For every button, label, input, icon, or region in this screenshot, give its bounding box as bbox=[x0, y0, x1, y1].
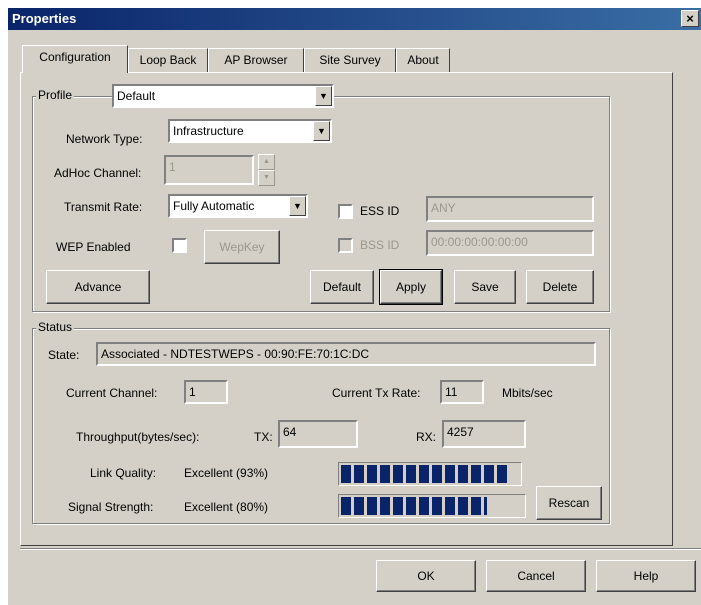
state-label: State: bbox=[48, 348, 80, 362]
tab-ap-browser[interactable]: AP Browser bbox=[208, 48, 304, 72]
rx-field: 4257 bbox=[442, 420, 526, 448]
essid-label: ESS ID bbox=[360, 204, 400, 218]
ok-button[interactable]: OK bbox=[376, 560, 476, 592]
adhoc-channel-spinner: ▲ ▼ bbox=[258, 154, 275, 186]
advance-button[interactable]: Advance bbox=[46, 270, 150, 304]
signal-strength-meter-fill bbox=[341, 497, 487, 515]
bssid-field: 00:00:00:00:00:00 bbox=[426, 230, 594, 256]
tab-about[interactable]: About bbox=[396, 48, 450, 72]
state-field: Associated - NDTESTWEPS - 00:90:FE:70:1C… bbox=[96, 342, 596, 366]
adhoc-channel-value: 1 bbox=[169, 160, 176, 174]
bssid-checkbox bbox=[338, 238, 353, 253]
help-button[interactable]: Help bbox=[596, 560, 696, 592]
essid-checkbox[interactable] bbox=[338, 204, 353, 219]
properties-dialog: Properties × Configuration Loop Back AP … bbox=[8, 8, 701, 605]
profile-select-value: Default bbox=[117, 89, 156, 103]
link-quality-meter-fill bbox=[341, 465, 507, 483]
adhoc-channel-field: 1 bbox=[164, 155, 254, 185]
transmit-rate-label: Transmit Rate: bbox=[64, 200, 143, 214]
current-tx-rate-label: Current Tx Rate: bbox=[332, 386, 421, 400]
essid-field: ANY bbox=[426, 196, 594, 222]
tx-rate-unit: Mbits/sec bbox=[502, 386, 553, 400]
network-type-value: Infrastructure bbox=[173, 124, 244, 138]
current-tx-rate-value: 11 bbox=[445, 385, 458, 399]
bssid-value: 00:00:00:00:00:00 bbox=[431, 235, 528, 249]
current-tx-rate-field: 11 bbox=[440, 380, 484, 404]
transmit-rate-select[interactable]: Fully Automatic ▼ bbox=[168, 194, 308, 218]
default-button[interactable]: Default bbox=[310, 270, 374, 304]
wep-enabled-checkbox[interactable] bbox=[172, 238, 187, 253]
footer-separator bbox=[20, 548, 701, 550]
state-value: Associated - NDTESTWEPS - 00:90:FE:70:1C… bbox=[101, 347, 370, 361]
wepkey-button: WepKey bbox=[204, 230, 280, 264]
rx-value: 4257 bbox=[447, 425, 474, 439]
profile-select[interactable]: Default ▼ bbox=[112, 84, 334, 108]
window-title: Properties bbox=[12, 11, 77, 26]
rx-label: RX: bbox=[416, 430, 437, 444]
signal-strength-meter bbox=[338, 494, 526, 518]
signal-strength-label: Signal Strength: bbox=[68, 500, 154, 514]
delete-button[interactable]: Delete bbox=[526, 270, 594, 304]
current-channel-field: 1 bbox=[184, 380, 228, 404]
title-bar: Properties × bbox=[8, 8, 701, 30]
wep-enabled-label: WEP Enabled bbox=[56, 240, 131, 254]
close-icon: × bbox=[686, 11, 694, 26]
bssid-label: BSS ID bbox=[360, 238, 400, 252]
tab-loop-back[interactable]: Loop Back bbox=[128, 48, 208, 72]
chevron-down-icon[interactable]: ▼ bbox=[313, 121, 330, 141]
link-quality-meter bbox=[338, 462, 522, 486]
link-quality-value: Excellent (93%) bbox=[184, 466, 269, 480]
profile-group-label: Profile bbox=[36, 88, 75, 102]
rescan-button[interactable]: Rescan bbox=[536, 486, 602, 520]
tx-field: 64 bbox=[278, 420, 358, 448]
tx-value: 64 bbox=[283, 425, 297, 439]
current-channel-label: Current Channel: bbox=[66, 386, 158, 400]
signal-strength-value: Excellent (80%) bbox=[184, 500, 269, 514]
spin-down-icon: ▼ bbox=[258, 170, 275, 186]
close-button[interactable]: × bbox=[681, 10, 699, 27]
save-button[interactable]: Save bbox=[454, 270, 516, 304]
cancel-button[interactable]: Cancel bbox=[486, 560, 586, 592]
network-type-select[interactable]: Infrastructure ▼ bbox=[168, 119, 332, 143]
throughput-label: Throughput(bytes/sec): bbox=[76, 430, 200, 444]
current-channel-value: 1 bbox=[189, 385, 196, 399]
chevron-down-icon[interactable]: ▼ bbox=[315, 86, 332, 106]
chevron-down-icon[interactable]: ▼ bbox=[289, 196, 306, 216]
adhoc-channel-label: AdHoc Channel: bbox=[54, 166, 142, 180]
spin-up-icon: ▲ bbox=[258, 154, 275, 170]
apply-button[interactable]: Apply bbox=[379, 269, 443, 305]
link-quality-label: Link Quality: bbox=[90, 466, 157, 480]
transmit-rate-value: Fully Automatic bbox=[173, 199, 255, 213]
tab-configuration[interactable]: Configuration bbox=[22, 45, 128, 73]
tx-label: TX: bbox=[254, 430, 273, 444]
network-type-label: Network Type: bbox=[66, 132, 143, 146]
status-group-label: Status bbox=[36, 320, 75, 334]
tab-site-survey[interactable]: Site Survey bbox=[304, 48, 396, 72]
essid-value: ANY bbox=[431, 201, 456, 215]
